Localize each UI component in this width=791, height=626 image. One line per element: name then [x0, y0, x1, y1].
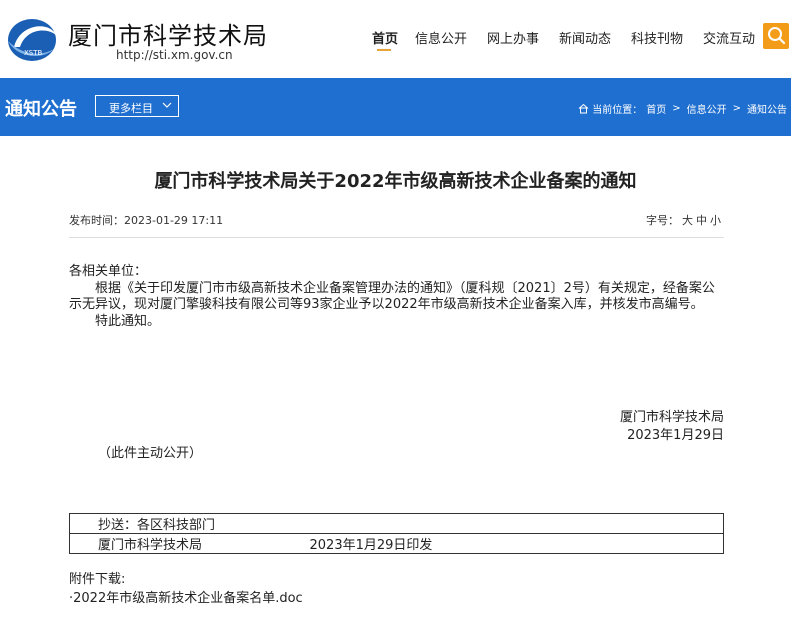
breadcrumb-notices[interactable]: 通知公告: [747, 101, 787, 116]
font-size-control: 字号：大中小: [646, 212, 721, 228]
nav-item-info-disclosure[interactable]: 信息公开: [415, 28, 467, 47]
font-size-label: 字号：: [646, 214, 679, 227]
public-disclosure-note: （此件主动公开）: [98, 446, 203, 461]
body-paragraph: 特此通知。: [95, 313, 161, 329]
nav-item-publications[interactable]: 科技刊物: [631, 28, 683, 47]
breadcrumb-separator: >: [732, 103, 741, 114]
cc-table: 抄送：各区科技部门 厦门市科学技术局 2023年1月29日印发: [69, 513, 724, 554]
signature-org: 厦门市科学技术局: [619, 410, 724, 425]
nav-item-news[interactable]: 新闻动态: [559, 28, 611, 47]
title-divider: [69, 237, 724, 238]
active-nav-indicator: [377, 49, 391, 51]
breadcrumb-separator: >: [672, 103, 681, 114]
breadcrumb: 当前位置： 首页 > 信息公开 > 通知公告: [578, 101, 787, 116]
issuer-cell: 厦门市科学技术局 2023年1月29日印发: [69, 533, 724, 554]
more-columns-dropdown[interactable]: 更多栏目: [95, 95, 179, 117]
font-size-small[interactable]: 小: [710, 214, 721, 227]
issue-date: 2023年1月29日印发: [309, 538, 433, 553]
search-button[interactable]: [763, 23, 789, 49]
table-row: 厦门市科学技术局 2023年1月29日印发: [69, 533, 724, 554]
salutation: 各相关单位：: [69, 264, 148, 279]
nav-item-home[interactable]: 首页: [372, 28, 398, 47]
breadcrumb-home[interactable]: 首页: [646, 101, 666, 116]
more-columns-label: 更多栏目: [109, 102, 153, 115]
cc-line: 抄送：各区科技部门: [69, 513, 724, 534]
bureau-logo-icon[interactable]: XSTB: [6, 17, 58, 63]
site-name[interactable]: 厦门市科学技术局: [68, 16, 268, 51]
attachment-label: 附件下载:: [69, 572, 126, 587]
chevron-down-icon: [162, 102, 172, 108]
body-paragraph: 根据《关于印发厦门市市级高新技术企业备案管理办法的通知》（厦科规〔2021〕2号…: [69, 280, 715, 313]
nav-item-online-services[interactable]: 网上办事: [487, 28, 539, 47]
font-size-large[interactable]: 大: [682, 214, 693, 227]
article: 厦门市科学技术局关于2022年市级高新技术企业备案的通知 发布时间：2023-0…: [0, 136, 791, 626]
table-row: 抄送：各区科技部门: [69, 513, 724, 534]
issuer: 厦门市科学技术局: [98, 538, 203, 553]
search-icon: [768, 27, 786, 45]
section-banner: 通知公告 更多栏目 当前位置： 首页 > 信息公开 > 通知公告: [0, 78, 791, 136]
svg-text:XSTB: XSTB: [24, 49, 43, 57]
font-size-medium[interactable]: 中: [696, 214, 707, 227]
attachment-link[interactable]: ·2022年市级高新技术企业备案名单.doc: [69, 587, 303, 606]
site-url: http://sti.xm.gov.cn: [116, 48, 233, 62]
publish-time: 发布时间：2023-01-29 17:11: [69, 214, 224, 227]
article-title: 厦门市科学技术局关于2022年市级高新技术企业备案的通知: [154, 171, 637, 192]
site-header: XSTB 厦门市科学技术局 http://sti.xm.gov.cn 首页 信息…: [0, 0, 791, 78]
breadcrumb-info-disclosure[interactable]: 信息公开: [687, 101, 727, 116]
signature-date: 2023年1月29日: [627, 428, 724, 443]
home-icon: [578, 103, 589, 114]
nav-item-interaction[interactable]: 交流互动: [703, 28, 755, 47]
article-body: 各相关单位： 根据《关于印发厦门市市级高新技术企业备案管理办法的通知》（厦科规〔…: [69, 264, 724, 330]
section-title: 通知公告: [5, 99, 77, 120]
breadcrumb-prefix: 当前位置：: [592, 105, 643, 116]
